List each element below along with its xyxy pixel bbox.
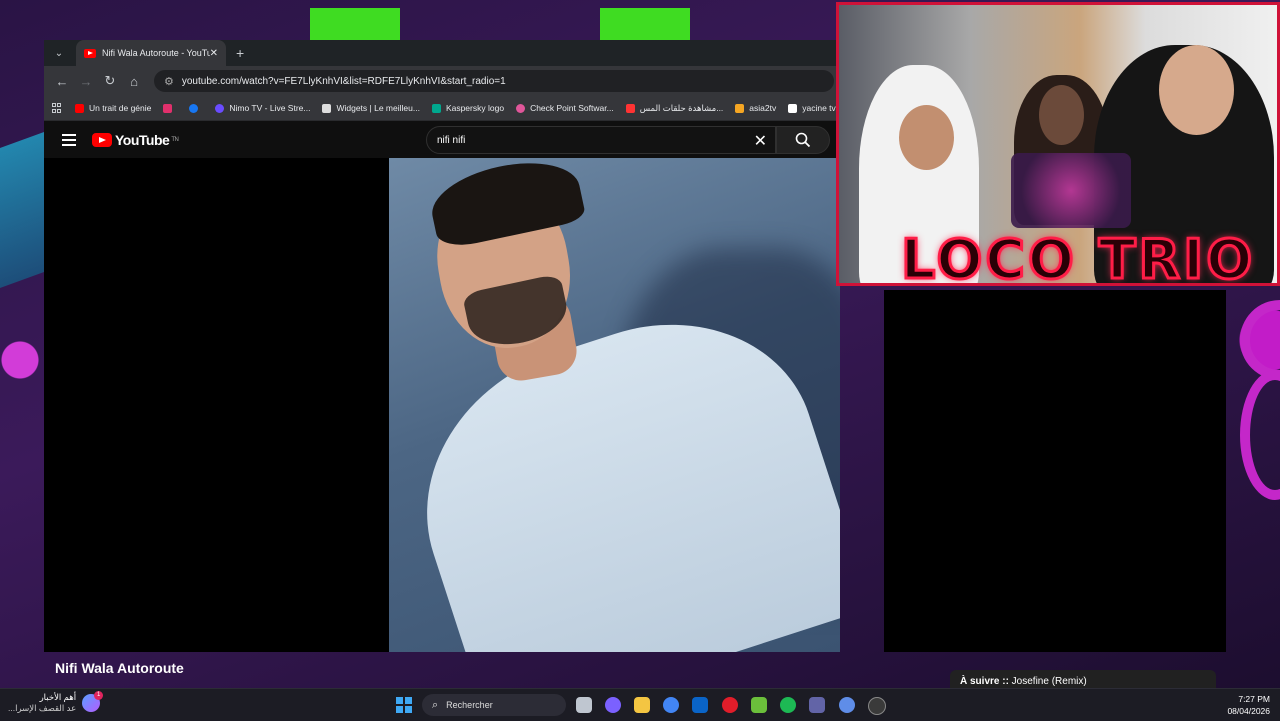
file-explorer-icon[interactable] — [634, 697, 650, 713]
youtube-play-icon — [92, 133, 112, 147]
taskbar-search[interactable]: ⌕ Rechercher — [422, 694, 566, 716]
bookmark-item[interactable]: Check Point Softwar... — [516, 103, 614, 113]
channel-logo-art — [1011, 153, 1131, 228]
video-title: Nifi Wala Autoroute — [55, 660, 184, 676]
clock[interactable]: 7:27 PM 08/04/2026 — [1227, 693, 1270, 717]
webcam-overlay: LOCO TRIO — [836, 2, 1280, 286]
address-bar-row: ← → ↻ ⌂ ⚙ youtube.com/watch?v=FE7LlyKnhV… — [44, 66, 840, 96]
search-icon — [795, 132, 811, 148]
spotify-icon[interactable] — [780, 697, 796, 713]
news-badge: 1 — [94, 691, 104, 700]
yacine-icon — [788, 103, 798, 113]
search-input[interactable]: nifi nifi ✕ — [426, 126, 776, 154]
chrome-active-icon[interactable] — [839, 697, 855, 713]
url-text: youtube.com/watch?v=FE7LlyKnhVI&list=RDF… — [181, 75, 506, 87]
windows-start-icon[interactable] — [396, 697, 412, 713]
reload-icon[interactable]: ↻ — [98, 73, 122, 89]
tab-youtube[interactable]: Nifi Wala Autoroute - YouTube ✕ — [76, 40, 226, 66]
close-tab-icon[interactable]: ✕ — [210, 48, 218, 59]
browser-window: ⌄ Nifi Wala Autoroute - YouTube ✕ + ← → … — [44, 40, 840, 652]
overlay-brand-text: LOCO TRIO — [899, 228, 1256, 286]
url-field[interactable]: ⚙ youtube.com/watch?v=FE7LlyKnhVI&list=R… — [154, 70, 834, 92]
ring-decoration — [1240, 370, 1280, 500]
up-next-title: Josefine (Remix) — [1008, 676, 1087, 687]
bluestacks-icon[interactable] — [751, 697, 767, 713]
menu-icon[interactable] — [62, 134, 76, 146]
news-icon: 1 — [82, 691, 104, 712]
site-info-icon[interactable]: ⚙ — [164, 75, 174, 88]
youtube-logo[interactable]: YouTube TN — [92, 132, 179, 148]
clock-time: 7:27 PM — [1238, 694, 1270, 704]
apps-grid-icon[interactable] — [52, 103, 61, 113]
bookmark-item[interactable]: مشاهدة حلقات المس... — [625, 103, 723, 114]
tab-strip: ⌄ Nifi Wala Autoroute - YouTube ✕ + — [44, 40, 840, 66]
search-query: nifi nifi — [437, 134, 466, 146]
series-site-icon — [625, 103, 635, 113]
forward-icon[interactable]: → — [74, 74, 98, 89]
instagram-icon — [163, 103, 173, 113]
checkpoint-icon — [516, 103, 526, 113]
new-tab-button[interactable]: + — [236, 45, 244, 61]
facebook-icon — [189, 103, 199, 113]
video-player[interactable] — [44, 158, 840, 652]
country-code: TN — [171, 137, 179, 143]
tab-title: Nifi Wala Autoroute - YouTube — [102, 48, 210, 58]
bookmark-item[interactable] — [163, 103, 177, 113]
copilot-icon[interactable] — [605, 697, 621, 713]
up-next-label: À suivre :: — [960, 676, 1009, 687]
kaspersky-icon — [431, 103, 441, 113]
home-icon[interactable]: ⌂ — [122, 74, 146, 89]
search-icon: ⌕ — [432, 698, 439, 711]
clock-date: 08/04/2026 — [1227, 706, 1270, 716]
tab-search-button[interactable]: ⌄ — [48, 43, 70, 63]
news-title: أهم الأخبار — [39, 692, 77, 702]
outlook-icon[interactable] — [692, 697, 708, 713]
taskbar-search-placeholder: Rechercher — [446, 700, 493, 710]
video-frame — [389, 158, 840, 652]
task-view-icon[interactable] — [576, 697, 592, 713]
obs-icon[interactable] — [868, 697, 886, 715]
taskbar: 1 أهم الأخبار عد القصف الإسرا... ⌕ Reche… — [0, 688, 1280, 721]
bookmark-item[interactable]: Un trait de génie — [75, 103, 151, 113]
sidebar-area — [884, 290, 1226, 652]
back-icon[interactable]: ← — [50, 74, 74, 89]
pixel-decoration — [310, 8, 400, 42]
bookmark-item[interactable]: Nimo TV - Live Stre... — [215, 103, 310, 113]
bookmark-icon — [75, 103, 84, 113]
clear-search-icon[interactable]: ✕ — [754, 131, 767, 151]
nimo-icon — [215, 103, 225, 113]
opera-icon[interactable] — [722, 697, 738, 713]
neon-decoration — [0, 131, 44, 289]
news-widget[interactable]: 1 أهم الأخبار عد القصف الإسرا... — [8, 691, 104, 714]
asia2tv-icon — [735, 103, 745, 113]
youtube-header: YouTube TN nifi nifi ✕ — [44, 121, 840, 159]
widgets-icon — [322, 103, 332, 113]
bookmark-item[interactable] — [189, 103, 203, 113]
bookmark-item[interactable]: Kaspersky logo — [431, 103, 504, 113]
teams-icon[interactable] — [809, 697, 825, 713]
youtube-favicon-icon — [84, 48, 96, 58]
bookmarks-bar: Un trait de génie Nimo TV - Live Stre...… — [44, 96, 840, 121]
bookmark-item[interactable]: Widgets | Le meilleu... — [322, 103, 420, 113]
bookmark-item[interactable]: yacine tv - ياسين تي... — [788, 103, 840, 114]
pixel-decoration — [600, 8, 690, 42]
search-button[interactable] — [776, 126, 830, 154]
bookmark-item[interactable]: asia2tv — [735, 103, 776, 113]
news-subtitle: عد القصف الإسرا... — [8, 703, 77, 713]
chrome-icon[interactable] — [663, 697, 679, 713]
ring-decoration — [1240, 300, 1280, 380]
